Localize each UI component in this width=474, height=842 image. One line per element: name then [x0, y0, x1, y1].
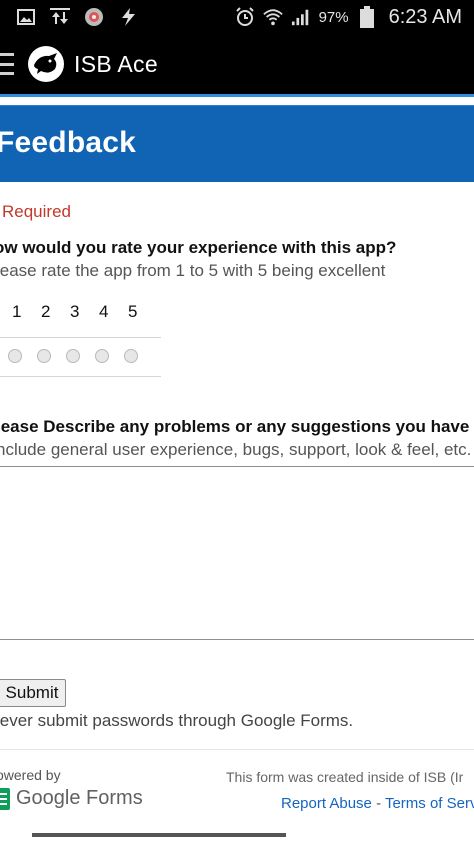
rating-radio-1[interactable]: [8, 349, 22, 363]
form-created-note: This form was created inside of ISB (Ir: [226, 769, 464, 785]
form-content[interactable]: Feedback Required ow would you rate your…: [0, 97, 474, 842]
question-rating-title: ow would you rate your experience with t…: [0, 238, 397, 257]
rating-radio-4[interactable]: [95, 349, 109, 363]
rating-scale-labels: 1 2 3 4 5: [12, 302, 157, 322]
footer-links: Report Abuse - Terms of Servi: [281, 795, 474, 812]
app-logo-icon[interactable]: [28, 46, 64, 82]
rating-radio-5[interactable]: [124, 349, 138, 363]
rating-label-5: 5: [128, 302, 138, 321]
footer-divider: [0, 749, 474, 750]
google-forms-logo[interactable]: Google Forms: [0, 787, 143, 810]
alarm-icon: [235, 7, 255, 27]
horizontal-scrollbar[interactable]: [32, 833, 286, 837]
menu-icon[interactable]: [0, 53, 14, 75]
password-warning: lever submit passwords through Google Fo…: [0, 711, 354, 730]
link-separator: -: [371, 795, 385, 812]
rating-label-3: 3: [70, 302, 80, 321]
avatar-icon: [84, 7, 104, 27]
google-forms-icon: [0, 787, 10, 810]
status-time: 6:23 AM: [388, 5, 462, 28]
rating-radio-3[interactable]: [66, 349, 80, 363]
signal-icon: [291, 7, 311, 27]
status-icons-left: [0, 7, 138, 27]
terms-of-service-link[interactable]: Terms of Servi: [385, 795, 474, 812]
report-abuse-link[interactable]: Report Abuse: [281, 795, 372, 812]
sync-icon: [50, 7, 70, 27]
rating-radio-group: [0, 337, 161, 377]
google-forms-text: Google Forms: [16, 787, 143, 809]
rating-radio-2[interactable]: [37, 349, 51, 363]
battery-icon: [357, 6, 377, 28]
form-header: Feedback: [0, 105, 474, 182]
app-title: ISB Ace: [74, 50, 158, 77]
rating-label-1: 1: [12, 302, 22, 321]
question-suggestions-title: lease Describe any problems or any sugge…: [0, 417, 474, 436]
flash-icon: [118, 7, 138, 27]
status-icons-right: 97% 6:23 AM: [235, 6, 474, 29]
suggestions-textarea[interactable]: [0, 466, 474, 640]
app-bar: ISB Ace: [0, 34, 474, 94]
question-rating-help: lease rate the app from 1 to 5 with 5 be…: [0, 261, 386, 280]
status-bar: 97% 6:23 AM: [0, 0, 474, 34]
required-note: Required: [2, 202, 71, 221]
question-suggestions-help: nclude general user experience, bugs, su…: [0, 440, 472, 459]
battery-percent: 97%: [318, 8, 349, 26]
submit-button[interactable]: Submit: [0, 679, 66, 707]
powered-by-label: owered by: [0, 767, 61, 783]
rating-label-2: 2: [41, 302, 51, 321]
form-title: Feedback: [0, 126, 136, 159]
image-icon: [16, 7, 36, 27]
rating-label-4: 4: [99, 302, 109, 321]
wifi-icon: [262, 7, 283, 27]
